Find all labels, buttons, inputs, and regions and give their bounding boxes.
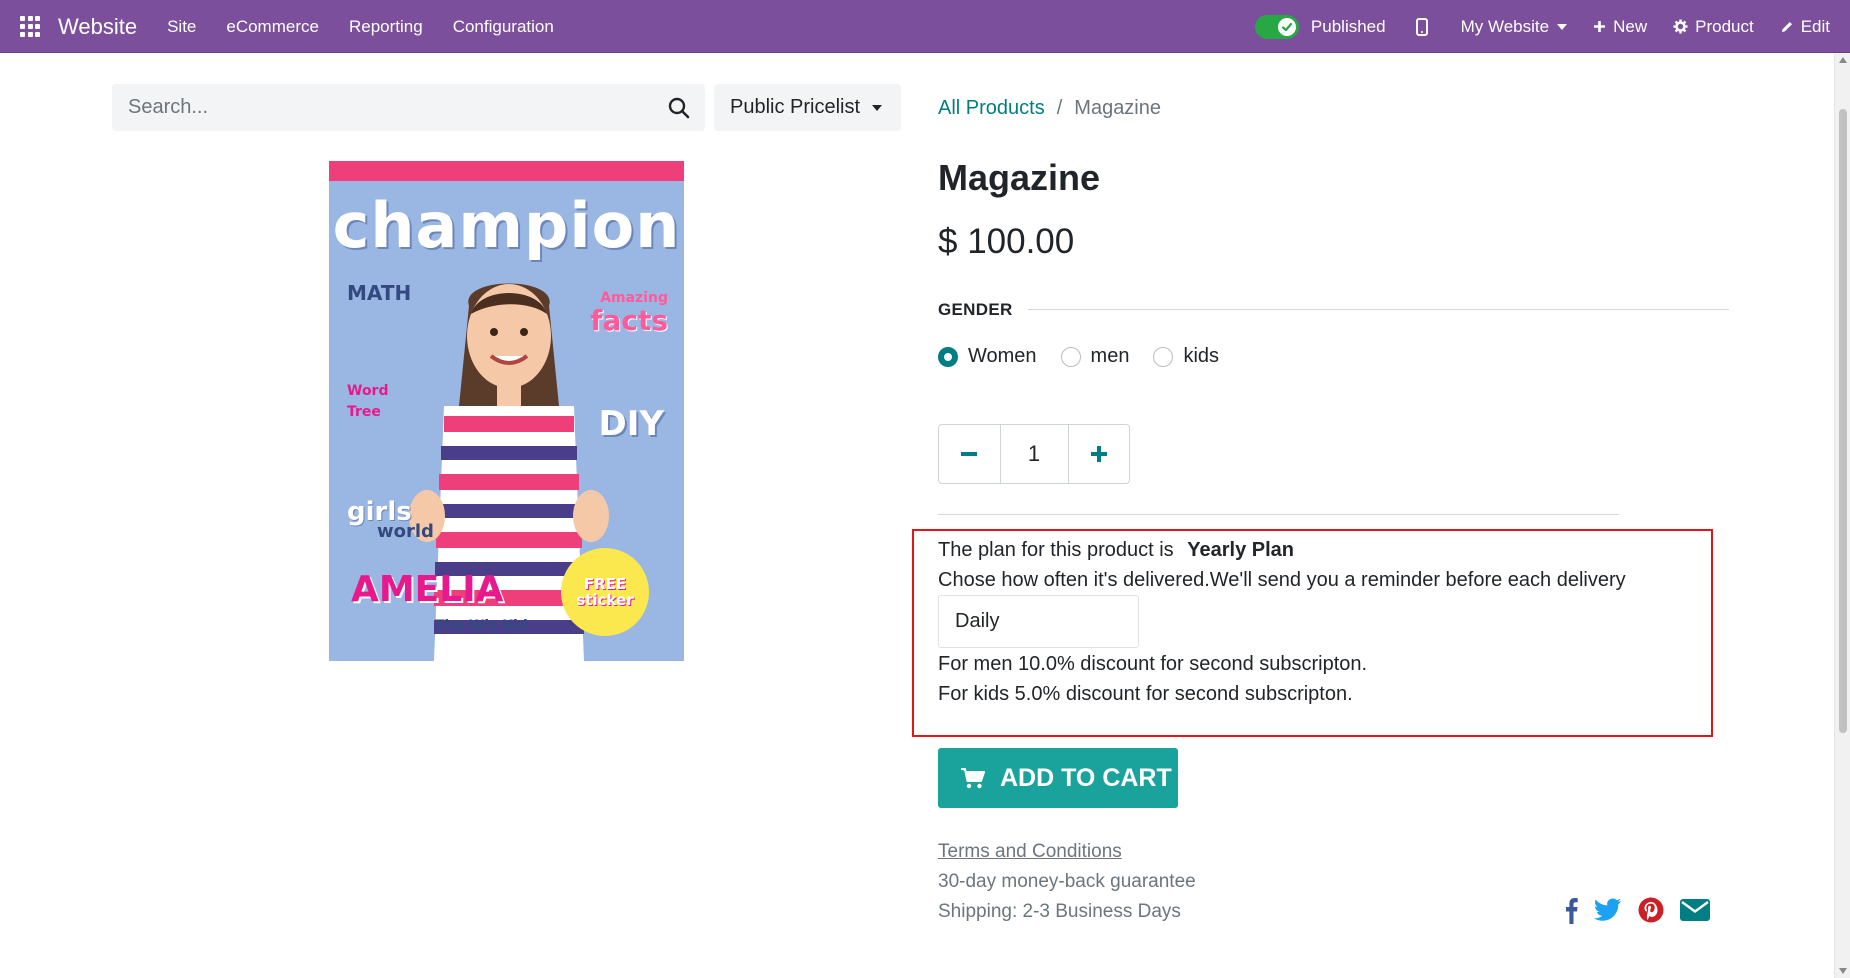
breadcrumb: All Products / Magazine bbox=[938, 97, 1161, 120]
delivery-frequency-select[interactable]: Daily bbox=[938, 595, 1139, 648]
apps-icon[interactable] bbox=[20, 15, 42, 38]
edit-button[interactable]: Edit bbox=[1780, 17, 1830, 37]
cover-world: world bbox=[377, 521, 434, 543]
cart-icon bbox=[960, 767, 986, 789]
cover-girls-world: girls world bbox=[347, 499, 434, 543]
cover-amazing: Amazing facts bbox=[590, 290, 668, 338]
product-title: Magazine bbox=[938, 157, 1101, 198]
option-kids-label: kids bbox=[1183, 345, 1220, 367]
website-switcher[interactable]: My Website bbox=[1461, 17, 1568, 37]
cover-top-strip bbox=[329, 161, 684, 181]
app-title[interactable]: Website bbox=[58, 14, 137, 40]
quantity-input[interactable] bbox=[999, 425, 1069, 483]
quantity-decrease-button[interactable] bbox=[939, 425, 1000, 483]
breadcrumb-current: Magazine bbox=[1074, 97, 1161, 119]
discount-men: For men 10.0% discount for second subscr… bbox=[938, 653, 1368, 675]
product-search bbox=[112, 84, 705, 131]
search-input[interactable] bbox=[112, 84, 652, 131]
option-men[interactable]: men bbox=[1060, 345, 1130, 368]
plan-name: Yearly Plan bbox=[1187, 539, 1294, 561]
edit-button-label: Edit bbox=[1800, 16, 1830, 36]
attribute-divider bbox=[1028, 309, 1729, 310]
terms-link[interactable]: Terms and Conditions bbox=[938, 841, 1122, 863]
product-price: $ 100.00 bbox=[938, 222, 1075, 261]
cover-tree: Tree bbox=[347, 404, 381, 420]
breadcrumb-all-products[interactable]: All Products bbox=[938, 97, 1045, 120]
plan-description: Chose how often it's delivered.We'll sen… bbox=[938, 569, 1626, 591]
add-to-cart-label: ADD TO CART bbox=[1000, 763, 1172, 792]
navbar-left: Website Site eCommerce Reporting Configu… bbox=[20, 0, 584, 53]
pricelist-dropdown[interactable]: Public Pricelist bbox=[714, 84, 901, 131]
scroll-down-icon[interactable] bbox=[1839, 968, 1847, 974]
cover-word-tree: Word Tree bbox=[347, 381, 389, 423]
plan-intro: The plan for this product is bbox=[938, 539, 1174, 561]
chevron-down-icon bbox=[1557, 23, 1568, 30]
share-links bbox=[1564, 896, 1710, 924]
cover-word: Word bbox=[347, 383, 389, 399]
product-settings-label: Product bbox=[1695, 16, 1754, 36]
scroll-up-icon[interactable] bbox=[1839, 57, 1847, 63]
cover-amelia: AMELIA bbox=[351, 569, 504, 610]
website-switcher-label: My Website bbox=[1460, 16, 1550, 36]
mobile-preview-button[interactable] bbox=[1415, 17, 1435, 36]
publish-toggle[interactable] bbox=[1254, 14, 1299, 39]
product-settings-button[interactable]: Product bbox=[1673, 17, 1754, 37]
search-icon[interactable] bbox=[667, 96, 691, 120]
section-divider bbox=[938, 514, 1619, 515]
new-button[interactable]: New bbox=[1593, 17, 1647, 37]
check-icon bbox=[1277, 17, 1296, 36]
cover-diy: DIY bbox=[598, 404, 665, 444]
breadcrumb-separator: / bbox=[1056, 97, 1063, 119]
plus-icon bbox=[1089, 444, 1109, 464]
cover-title: champion bbox=[332, 189, 681, 262]
envelope-icon[interactable] bbox=[1680, 899, 1710, 921]
pencil-icon bbox=[1780, 20, 1794, 34]
top-navbar: Website Site eCommerce Reporting Configu… bbox=[0, 0, 1850, 53]
product-image[interactable]: champion MATH Amazing facts Word Tree DI… bbox=[329, 161, 684, 661]
published-label[interactable]: Published bbox=[1311, 17, 1386, 37]
radio-men[interactable] bbox=[1060, 346, 1081, 367]
cover-free: FREE bbox=[583, 574, 627, 593]
quantity-stepper bbox=[938, 424, 1130, 484]
attribute-label: GENDER bbox=[938, 300, 1013, 319]
minus-icon bbox=[959, 444, 979, 464]
quantity-increase-button[interactable] bbox=[1069, 425, 1130, 483]
scroll-thumb[interactable] bbox=[1839, 109, 1847, 733]
page-scrollbar[interactable] bbox=[1834, 53, 1850, 978]
option-women-label: Women bbox=[968, 345, 1037, 367]
cover-math: MATH bbox=[347, 281, 412, 305]
pinterest-icon[interactable] bbox=[1638, 897, 1664, 923]
cover-sticker-badge: FREE sticker bbox=[561, 548, 649, 636]
cover-sticker: sticker bbox=[576, 591, 634, 609]
chevron-down-icon bbox=[872, 104, 883, 111]
discount-kids: For kids 5.0% discount for second subscr… bbox=[938, 683, 1353, 705]
shipping-text: Shipping: 2-3 Business Days bbox=[938, 901, 1181, 922]
mobile-icon bbox=[1415, 17, 1428, 36]
navbar-right: Published My Website New Product Edit bbox=[1254, 0, 1830, 53]
gear-icon bbox=[1673, 19, 1688, 34]
menu-configuration[interactable]: Configuration bbox=[453, 17, 554, 37]
cover-whiz-kid: The Wiz Kid bbox=[435, 618, 528, 634]
menu-reporting[interactable]: Reporting bbox=[349, 17, 423, 37]
option-women[interactable]: Women bbox=[938, 345, 1037, 368]
radio-kids[interactable] bbox=[1153, 346, 1174, 367]
menu-ecommerce[interactable]: eCommerce bbox=[226, 17, 319, 37]
new-button-label: New bbox=[1613, 16, 1648, 36]
twitter-icon[interactable] bbox=[1594, 898, 1622, 922]
gender-options: Women men kids bbox=[938, 345, 1243, 368]
option-kids[interactable]: kids bbox=[1153, 345, 1219, 368]
guarantee-text: 30-day money-back guarantee bbox=[938, 871, 1196, 892]
radio-women[interactable] bbox=[938, 346, 958, 367]
facebook-icon[interactable] bbox=[1564, 896, 1578, 924]
plus-icon bbox=[1593, 20, 1606, 33]
add-to-cart-button[interactable]: ADD TO CART bbox=[938, 748, 1178, 808]
plan-summary: The plan for this product is Yearly Plan bbox=[938, 539, 1294, 562]
cover-facts: facts bbox=[590, 304, 668, 338]
menu-site[interactable]: Site bbox=[167, 17, 196, 37]
pricelist-label: Public Pricelist bbox=[730, 96, 861, 118]
option-men-label: men bbox=[1090, 345, 1130, 367]
